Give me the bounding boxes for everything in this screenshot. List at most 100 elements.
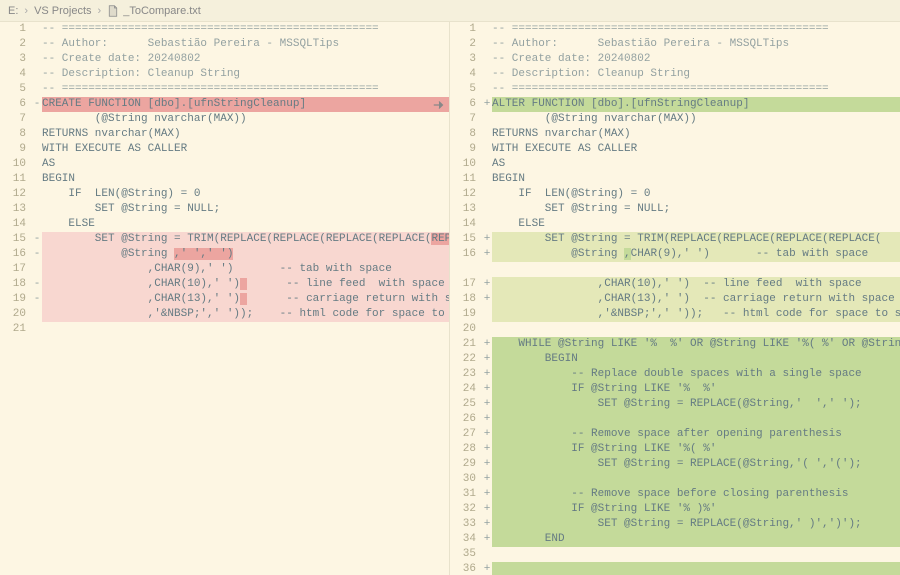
code-row[interactable]: 32+ IF @String LIKE '% )%' bbox=[450, 502, 900, 517]
code-row[interactable]: 23+ -- Replace double spaces with a sing… bbox=[450, 367, 900, 382]
code-row[interactable]: 11BEGIN bbox=[450, 172, 900, 187]
code-row[interactable]: 4-- Description: Cleanup String bbox=[450, 67, 900, 82]
code-row[interactable]: 1-- ====================================… bbox=[450, 22, 900, 37]
diff-marker bbox=[32, 172, 42, 187]
line-content: (@String nvarchar(MAX)) bbox=[492, 112, 900, 127]
code-row[interactable]: 10AS bbox=[0, 157, 449, 172]
diff-spacer-row bbox=[0, 352, 449, 367]
breadcrumb-root[interactable]: E: bbox=[8, 5, 18, 17]
diff-marker: + bbox=[482, 427, 492, 442]
diff-marker: + bbox=[482, 487, 492, 502]
code-row[interactable]: 15- SET @String = TRIM(REPLACE(REPLACE(R… bbox=[0, 232, 449, 247]
diff-marker bbox=[32, 52, 42, 67]
line-number: 3 bbox=[450, 52, 482, 67]
breadcrumb[interactable]: E: › VS Projects › _ToCompare.txt bbox=[0, 0, 900, 22]
code-row[interactable]: 36+ bbox=[450, 562, 900, 575]
diff-marker bbox=[32, 112, 42, 127]
code-row[interactable]: 7 (@String nvarchar(MAX)) bbox=[450, 112, 900, 127]
code-row[interactable]: 31+ -- Remove space before closing paren… bbox=[450, 487, 900, 502]
diff-marker: + bbox=[482, 277, 492, 292]
line-number: 34 bbox=[450, 532, 482, 547]
breadcrumb-folder[interactable]: VS Projects bbox=[34, 5, 91, 17]
diff-pane-left[interactable]: 1-- ====================================… bbox=[0, 22, 450, 575]
code-row[interactable]: 21+ WHILE @String LIKE '% %' OR @String … bbox=[450, 337, 900, 352]
diff-spacer-row bbox=[0, 412, 449, 427]
code-row[interactable]: 27+ -- Remove space after opening parent… bbox=[450, 427, 900, 442]
code-row[interactable]: 18+ ,CHAR(13),' ') -- carriage return wi… bbox=[450, 292, 900, 307]
line-number: 4 bbox=[0, 67, 32, 82]
breadcrumb-file[interactable]: _ToCompare.txt bbox=[123, 5, 201, 17]
code-row[interactable]: 2-- Author: Sebastião Pereira - MSSQLTip… bbox=[0, 37, 449, 52]
code-row[interactable]: 3-- Create date: 20240802 bbox=[450, 52, 900, 67]
code-row[interactable]: 33+ SET @String = REPLACE(@String,' )','… bbox=[450, 517, 900, 532]
line-content: -- =====================================… bbox=[492, 82, 900, 97]
code-row[interactable]: 6-CREATE FUNCTION [dbo].[ufnStringCleanu… bbox=[0, 97, 449, 112]
line-number: 12 bbox=[450, 187, 482, 202]
code-row[interactable]: 4-- Description: Cleanup String bbox=[0, 67, 449, 82]
code-row[interactable]: 13 SET @String = NULL; bbox=[0, 202, 449, 217]
diff-pane-right[interactable]: 1-- ====================================… bbox=[450, 22, 900, 575]
code-row[interactable]: 17 ,CHAR(9),' ') -- tab with space bbox=[0, 262, 449, 277]
code-row[interactable]: 3-- Create date: 20240802 bbox=[0, 52, 449, 67]
line-content: @String ,' ',' ') bbox=[42, 247, 449, 262]
code-right[interactable]: 1-- ====================================… bbox=[450, 22, 900, 575]
code-row[interactable]: 15+ SET @String = TRIM(REPLACE(REPLACE(R… bbox=[450, 232, 900, 247]
code-row[interactable]: 9WITH EXECUTE AS CALLER bbox=[450, 142, 900, 157]
code-row[interactable]: 8RETURNS nvarchar(MAX) bbox=[450, 127, 900, 142]
code-row[interactable]: 14 ELSE bbox=[0, 217, 449, 232]
code-row[interactable]: 19 ,'&NBSP;',' ')); -- html code for spa… bbox=[450, 307, 900, 322]
code-row[interactable]: 16- @String ,' ',' ') bbox=[0, 247, 449, 262]
diff-spacer-row bbox=[0, 397, 449, 412]
code-row[interactable]: 25+ SET @String = REPLACE(@String,' ',' … bbox=[450, 397, 900, 412]
code-row[interactable]: 5-- ====================================… bbox=[450, 82, 900, 97]
line-number: 2 bbox=[450, 37, 482, 52]
code-row[interactable]: 17+ ,CHAR(10),' ') -- line feed with spa… bbox=[450, 277, 900, 292]
code-row[interactable]: 2-- Author: Sebastião Pereira - MSSQLTip… bbox=[450, 37, 900, 52]
diff-marker bbox=[482, 142, 492, 157]
line-content: ELSE bbox=[42, 217, 449, 232]
line-number: 36 bbox=[450, 562, 482, 575]
code-row[interactable]: 26+ bbox=[450, 412, 900, 427]
code-row[interactable]: 29+ SET @String = REPLACE(@String,'( ','… bbox=[450, 457, 900, 472]
diff-marker bbox=[32, 67, 42, 82]
code-row[interactable]: 5-- ====================================… bbox=[0, 82, 449, 97]
code-row[interactable]: 13 SET @String = NULL; bbox=[450, 202, 900, 217]
code-row[interactable]: 19- ,CHAR(13),' ') -- carriage return wi… bbox=[0, 292, 449, 307]
code-row[interactable]: 14 ELSE bbox=[450, 217, 900, 232]
line-content bbox=[492, 562, 900, 575]
code-left[interactable]: 1-- ====================================… bbox=[0, 22, 449, 575]
code-row[interactable]: 6+ALTER FUNCTION [dbo].[ufnStringCleanup… bbox=[450, 97, 900, 112]
diff-marker: + bbox=[482, 232, 492, 247]
code-row[interactable]: 7 (@String nvarchar(MAX)) bbox=[0, 112, 449, 127]
code-row[interactable]: 20 ,'&NBSP;',' ')); -- html code for spa… bbox=[0, 307, 449, 322]
code-row[interactable]: 18- ,CHAR(10),' ') -- line feed with spa… bbox=[0, 277, 449, 292]
code-row[interactable]: 34+ END bbox=[450, 532, 900, 547]
code-row[interactable]: 11BEGIN bbox=[0, 172, 449, 187]
code-row[interactable]: 35 bbox=[450, 547, 900, 562]
diff-marker: + bbox=[482, 337, 492, 352]
line-number: 30 bbox=[450, 472, 482, 487]
line-content bbox=[492, 322, 900, 337]
code-row[interactable]: 28+ IF @String LIKE '%( %' bbox=[450, 442, 900, 457]
code-row[interactable]: 12 IF LEN(@String) = 0 bbox=[450, 187, 900, 202]
diff-marker bbox=[482, 322, 492, 337]
code-row[interactable]: 21 bbox=[0, 322, 449, 337]
code-row[interactable]: 30+ bbox=[450, 472, 900, 487]
line-number: 10 bbox=[0, 157, 32, 172]
code-row[interactable]: 10AS bbox=[450, 157, 900, 172]
code-row[interactable]: 1-- ====================================… bbox=[0, 22, 449, 37]
file-icon bbox=[107, 5, 119, 17]
line-content: -- =====================================… bbox=[492, 22, 900, 37]
code-row[interactable]: 20 bbox=[450, 322, 900, 337]
code-row[interactable]: 16+ @String ,CHAR(9),' ') -- tab with sp… bbox=[450, 247, 900, 262]
line-number: 6 bbox=[450, 97, 482, 112]
code-row[interactable]: 12 IF LEN(@String) = 0 bbox=[0, 187, 449, 202]
code-row[interactable]: 22+ BEGIN bbox=[450, 352, 900, 367]
line-number: 35 bbox=[450, 547, 482, 562]
code-row[interactable]: 24+ IF @String LIKE '% %' bbox=[450, 382, 900, 397]
code-row[interactable]: 8RETURNS nvarchar(MAX) bbox=[0, 127, 449, 142]
line-content: @String ,CHAR(9),' ') -- tab with space bbox=[492, 247, 900, 262]
merge-arrow-icon[interactable] bbox=[431, 97, 447, 112]
line-number: 14 bbox=[0, 217, 32, 232]
code-row[interactable]: 9WITH EXECUTE AS CALLER bbox=[0, 142, 449, 157]
